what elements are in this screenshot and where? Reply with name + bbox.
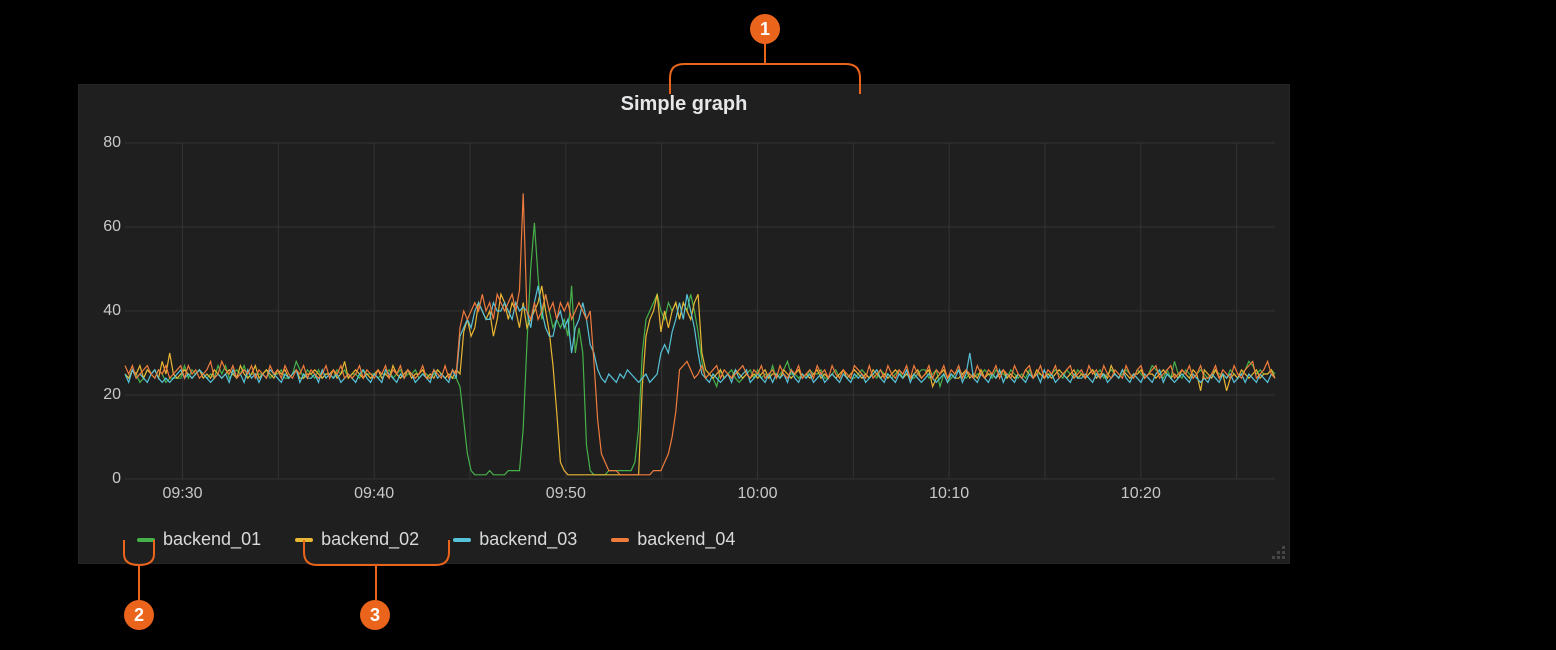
series-line	[125, 286, 1275, 475]
y-tick-label: 60	[103, 218, 121, 236]
callout-badge-3: 3	[360, 600, 390, 630]
legend-item[interactable]: backend_04	[611, 529, 735, 550]
legend-label: backend_03	[479, 529, 577, 550]
x-tick-label: 10:10	[929, 485, 969, 503]
x-tick-label: 10:00	[737, 485, 777, 503]
legend-swatch	[611, 538, 629, 542]
legend-item[interactable]: backend_01	[137, 529, 261, 550]
legend-swatch	[453, 538, 471, 542]
callout-number: 2	[134, 605, 144, 626]
x-tick-label: 09:30	[162, 485, 202, 503]
graph-panel[interactable]: Simple graph 0 20 40 60 80 09:30 09:40 09:50 10…	[78, 84, 1290, 564]
resize-handle-icon[interactable]	[1271, 545, 1285, 559]
legend-label: backend_02	[321, 529, 419, 550]
y-tick-label: 40	[103, 302, 121, 320]
callout-number: 1	[760, 19, 770, 40]
y-tick-label: 80	[103, 134, 121, 152]
legend-item[interactable]: backend_02	[295, 529, 419, 550]
x-tick-label: 09:50	[546, 485, 586, 503]
series-line	[125, 223, 1275, 475]
x-tick-label: 09:40	[354, 485, 394, 503]
x-tick-label: 10:20	[1121, 485, 1161, 503]
legend-swatch	[137, 538, 155, 542]
plot-area[interactable]	[125, 143, 1275, 479]
callout-number: 3	[370, 605, 380, 626]
y-axis: 020406080	[89, 143, 121, 479]
callout-badge-2: 2	[124, 600, 154, 630]
legend-label: backend_01	[163, 529, 261, 550]
legend-item[interactable]: backend_03	[453, 529, 577, 550]
callout-badge-1: 1	[750, 14, 780, 44]
legend-swatch	[295, 538, 313, 542]
panel-title: Simple graph	[79, 93, 1289, 116]
series-line	[125, 193, 1275, 474]
y-tick-label: 0	[112, 470, 121, 488]
x-axis: 09:30 09:40 09:50 10:00 10:10 10:20	[125, 485, 1275, 509]
legend: backend_01 backend_02 backend_03 backend_04	[137, 529, 735, 550]
legend-label: backend_04	[637, 529, 735, 550]
y-tick-label: 20	[103, 386, 121, 404]
